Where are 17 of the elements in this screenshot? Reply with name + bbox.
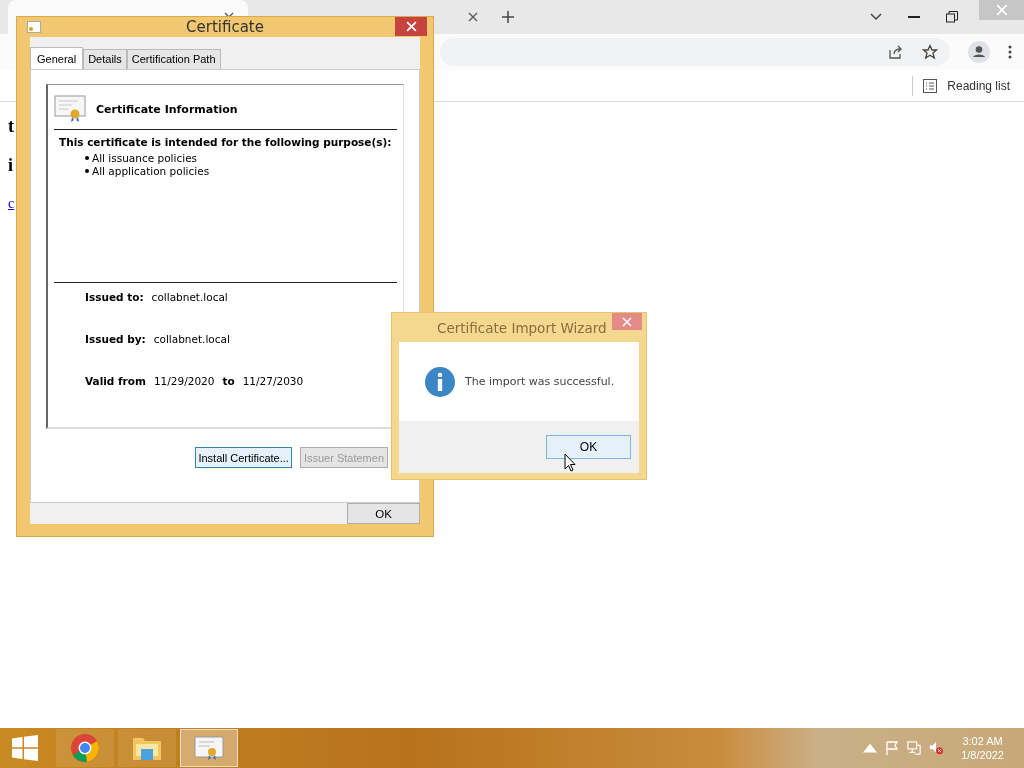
window-title: Certificate Import Wizard — [437, 319, 607, 336]
field-label: Issued to: — [85, 291, 144, 303]
field-label: Valid from — [85, 375, 146, 387]
page-text: i — [8, 155, 13, 176]
field-value: 11/29/2020 — [153, 375, 215, 387]
window-title: Certificate — [186, 18, 264, 36]
purpose-heading: This certificate is intended for the following purpose(s): — [58, 136, 393, 148]
field-label: Issued by: — [85, 333, 146, 345]
field-value: collabnet.local — [151, 291, 228, 303]
purpose-item: All application policies — [92, 165, 210, 177]
section-heading: Certificate Information — [96, 102, 238, 116]
message-text: The import was successful. — [465, 375, 615, 388]
field-label: to — [222, 375, 235, 387]
field-value: collabnet.local — [153, 333, 230, 345]
field-value: 11/27/2030 — [242, 375, 304, 387]
purpose-item: All issuance policies — [92, 152, 198, 164]
page-text: t — [8, 116, 14, 137]
